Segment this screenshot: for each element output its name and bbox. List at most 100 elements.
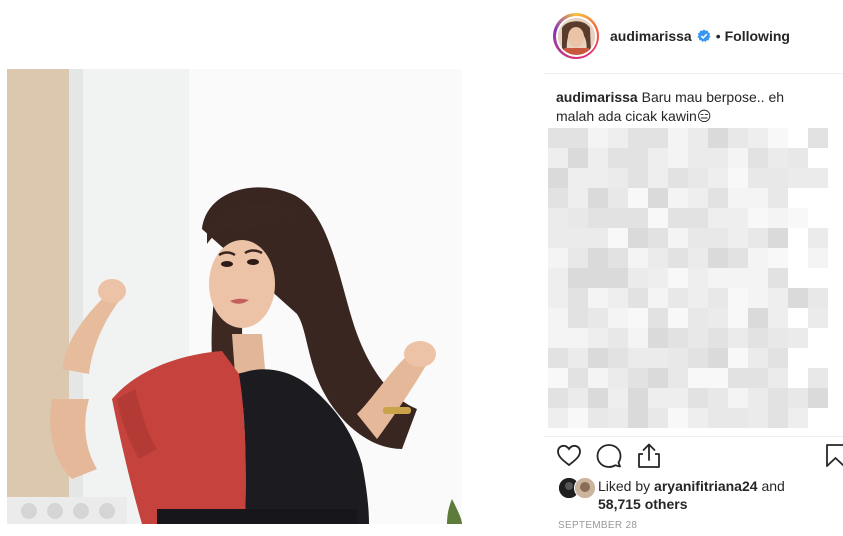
mosaic-tile bbox=[608, 128, 628, 148]
mosaic-tile bbox=[628, 268, 648, 288]
mosaic-tile bbox=[708, 248, 728, 268]
profile-avatar[interactable] bbox=[553, 13, 599, 59]
mosaic-tile bbox=[728, 308, 748, 328]
mosaic-tile bbox=[668, 408, 688, 428]
mosaic-tile bbox=[608, 268, 628, 288]
mosaic-tile bbox=[588, 388, 608, 408]
mosaic-tile bbox=[688, 248, 708, 268]
mosaic-tile bbox=[648, 128, 668, 148]
mosaic-tile bbox=[628, 288, 648, 308]
mosaic-tile bbox=[748, 228, 768, 248]
liker-avatars bbox=[558, 477, 598, 499]
caption-username[interactable]: audimarissa bbox=[556, 89, 638, 105]
mosaic-tile bbox=[688, 128, 708, 148]
mosaic-tile bbox=[568, 368, 588, 388]
mosaic-tile bbox=[568, 308, 588, 328]
mosaic-tile bbox=[648, 408, 668, 428]
mosaic-tile bbox=[608, 348, 628, 368]
mosaic-tile bbox=[568, 288, 588, 308]
mosaic-tile bbox=[748, 268, 768, 288]
mosaic-tile bbox=[708, 308, 728, 328]
heart-icon[interactable] bbox=[556, 443, 582, 469]
mosaic-tile bbox=[548, 168, 568, 188]
following-button[interactable]: Following bbox=[725, 28, 790, 44]
mosaic-tile bbox=[808, 288, 828, 308]
post-username[interactable]: audimarissa bbox=[610, 28, 692, 44]
mosaic-tile bbox=[748, 408, 768, 428]
mosaic-tile bbox=[588, 248, 608, 268]
mosaic-tile bbox=[608, 368, 628, 388]
mosaic-tile bbox=[648, 228, 668, 248]
mosaic-tile bbox=[588, 208, 608, 228]
comments-divider bbox=[544, 436, 843, 437]
post-photo[interactable] bbox=[7, 69, 462, 524]
mosaic-tile bbox=[688, 368, 708, 388]
mosaic-tile bbox=[648, 348, 668, 368]
mosaic-tile bbox=[688, 188, 708, 208]
mosaic-tile bbox=[568, 128, 588, 148]
mosaic-tile bbox=[668, 268, 688, 288]
mosaic-tile bbox=[768, 408, 788, 428]
avatar-border bbox=[555, 15, 597, 57]
bookmark-icon[interactable] bbox=[824, 443, 843, 469]
mosaic-tile bbox=[568, 408, 588, 428]
mosaic-tile bbox=[548, 348, 568, 368]
mosaic-tile bbox=[628, 348, 648, 368]
mosaic-tile bbox=[608, 188, 628, 208]
mosaic-tile bbox=[768, 348, 788, 368]
mosaic-tile bbox=[668, 368, 688, 388]
mosaic-tile bbox=[728, 268, 748, 288]
mosaic-tile bbox=[628, 148, 648, 168]
mosaic-tile bbox=[648, 328, 668, 348]
mosaic-tile bbox=[628, 368, 648, 388]
mosaic-tile bbox=[668, 328, 688, 348]
mosaic-tile bbox=[688, 328, 708, 348]
obscured-comments bbox=[548, 128, 830, 428]
mosaic-tile bbox=[588, 228, 608, 248]
caption-emoji: 😑 bbox=[696, 108, 712, 124]
liker-avatar[interactable] bbox=[574, 477, 596, 499]
mosaic-tile bbox=[768, 328, 788, 348]
mosaic-tile bbox=[728, 408, 748, 428]
mosaic-tile bbox=[568, 228, 588, 248]
mosaic-tile bbox=[748, 128, 768, 148]
mosaic-tile bbox=[728, 148, 748, 168]
mosaic-tile bbox=[708, 128, 728, 148]
liker-username[interactable]: aryanifitriana24 bbox=[654, 478, 758, 494]
mosaic-tile bbox=[608, 308, 628, 328]
mosaic-tile bbox=[668, 388, 688, 408]
mosaic-tile bbox=[768, 208, 788, 228]
mosaic-tile bbox=[768, 128, 788, 148]
mosaic-tile bbox=[628, 388, 648, 408]
mosaic-tile bbox=[708, 408, 728, 428]
mosaic-tile bbox=[748, 388, 768, 408]
likes-prefix: Liked by bbox=[598, 478, 651, 494]
mosaic-tile bbox=[668, 208, 688, 228]
mosaic-tile bbox=[588, 288, 608, 308]
mosaic-tile bbox=[808, 168, 828, 188]
mosaic-tile bbox=[548, 188, 568, 208]
mosaic-tile bbox=[588, 348, 608, 368]
share-icon[interactable] bbox=[636, 443, 662, 469]
post-actions bbox=[556, 443, 843, 471]
mosaic-tile bbox=[628, 328, 648, 348]
mosaic-tile bbox=[708, 368, 728, 388]
likes-count[interactable]: 58,715 others bbox=[598, 496, 688, 512]
mosaic-tile bbox=[688, 408, 708, 428]
post-date[interactable]: SEPTEMBER 28 bbox=[558, 520, 637, 531]
mosaic-tile bbox=[628, 168, 648, 188]
mosaic-tile bbox=[548, 208, 568, 228]
mosaic-tile bbox=[788, 288, 808, 308]
mosaic-tile bbox=[748, 348, 768, 368]
comment-icon[interactable] bbox=[596, 443, 622, 469]
mosaic-tile bbox=[748, 248, 768, 268]
mosaic-tile bbox=[768, 308, 788, 328]
mosaic-tile bbox=[708, 388, 728, 408]
instagram-post-view: audimarissa • Following audimarissa Baru… bbox=[0, 0, 843, 536]
mosaic-tile bbox=[568, 268, 588, 288]
mosaic-tile bbox=[728, 348, 748, 368]
mosaic-tile bbox=[668, 188, 688, 208]
mosaic-tile bbox=[788, 388, 808, 408]
mosaic-tile bbox=[568, 208, 588, 228]
mosaic-tile bbox=[608, 328, 628, 348]
